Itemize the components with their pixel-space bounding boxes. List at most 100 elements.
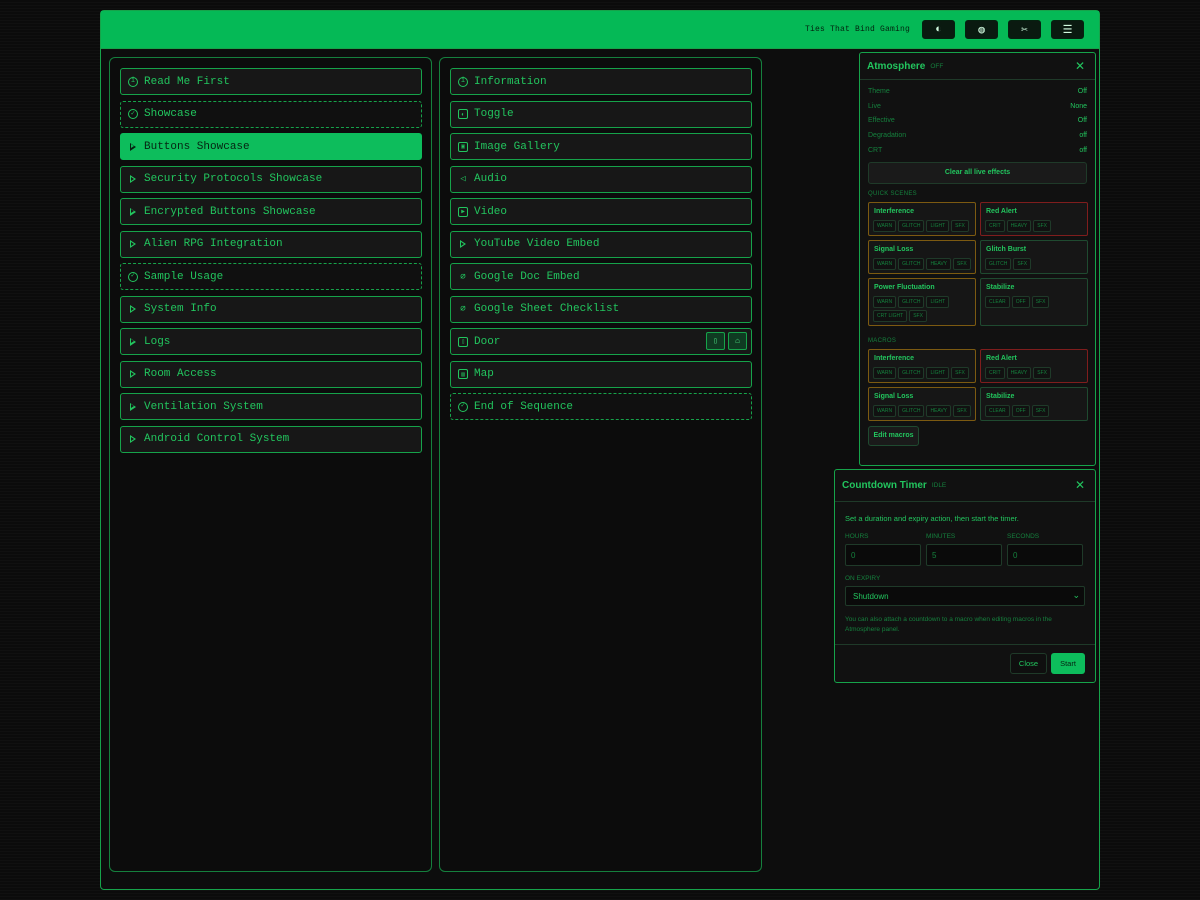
effect-tag: CLEAR (985, 295, 1010, 308)
left-item[interactable]: Ventilation System (120, 393, 422, 420)
effect-tag: WARN (873, 366, 897, 379)
effect-tag: CRIT (985, 366, 1005, 379)
right-column: i Information ◐ Toggle ▣ Image Gallery ◁ Audio ▶… (439, 57, 762, 872)
item-label: Google Doc Embed (474, 270, 580, 283)
right-item[interactable]: ▶ Video (450, 198, 752, 225)
left-item[interactable]: Room Access (120, 360, 422, 388)
left-item[interactable]: Android Control System (120, 425, 422, 453)
close-icon[interactable]: ✕ (1075, 478, 1085, 492)
globe-button[interactable]: ◍ (965, 20, 998, 39)
tag-list: WARN GLITCH HEAVY SFX (873, 404, 971, 417)
scene-name: Signal Loss (874, 245, 914, 253)
effect-tag: GLITCH (985, 257, 1012, 270)
countdown-footer: Close Start (835, 644, 1095, 682)
right-item[interactable]: ▯ Door ▯ ⌂ (450, 328, 752, 355)
triangle-right-icon (130, 305, 136, 313)
tag-list: WARN GLITCH LIGHT SFX (873, 219, 971, 232)
menu-button[interactable]: ☰ (1051, 20, 1084, 39)
macro-button[interactable]: Signal Loss WARN GLITCH HEAVY SFX (868, 386, 976, 421)
tools-button[interactable]: ✂ (1008, 20, 1041, 39)
item-label: Toggle (474, 108, 514, 120)
edit-macros-button[interactable]: Edit macros (868, 425, 919, 446)
item-label: Map (474, 368, 494, 380)
seconds-input[interactable]: 0 (1007, 544, 1083, 566)
effect-tag: GLITCH (898, 404, 925, 417)
scene-button[interactable]: Stabilize CLEAR OFF SFX (980, 277, 1088, 326)
left-item[interactable]: i Read Me First (120, 68, 422, 95)
paperclip-icon: ⌀ (460, 304, 466, 314)
left-item[interactable]: Security Protocols Showcase (120, 165, 422, 193)
left-item[interactable]: System Info (120, 295, 422, 323)
right-item[interactable]: ▣ Image Gallery (450, 133, 752, 160)
check-circle-icon: ✓ (128, 271, 138, 282)
right-item[interactable]: ⌀ Google Doc Embed (450, 263, 752, 290)
item-label: Door (474, 335, 501, 348)
left-item[interactable]: Logs (120, 328, 422, 355)
clear-effects-button[interactable]: Clear all live effects (868, 161, 1087, 184)
atmosphere-header: Atmosphere OFF ✕ (860, 53, 1095, 80)
left-column: i Read Me First ✓ Showcase Buttons Showcase S… (109, 57, 432, 872)
macro-button[interactable]: Stabilize CLEAR OFF SFX (980, 386, 1088, 421)
right-item[interactable]: YouTube Video Embed (450, 230, 752, 258)
effect-tag: OFF (1011, 295, 1030, 308)
minutes-field: MINUTES 5 (926, 533, 1002, 566)
item-label: Encrypted Buttons Showcase (144, 205, 316, 218)
right-item[interactable]: ⌀ Google Sheet Checklist (450, 295, 752, 323)
macro-button[interactable]: Interference WARN GLITCH LIGHT SFX (868, 348, 976, 383)
left-item[interactable]: ✓ Sample Usage (120, 263, 422, 290)
door-open-button[interactable]: ⌂ (728, 332, 747, 350)
hours-input[interactable]: 0 (845, 544, 921, 566)
macro-button[interactable]: Red Alert CRIT HEAVY SFX (980, 348, 1088, 383)
effect-tag: SFX (909, 309, 927, 322)
macro-name: Signal Loss (874, 392, 914, 400)
atmosphere-title: Atmosphere (867, 60, 926, 72)
left-item[interactable]: Buttons Showcase (120, 133, 422, 160)
setting-value: off (1079, 147, 1087, 155)
effect-tag: SFX (953, 404, 971, 417)
door-icon: ▯ (458, 336, 468, 347)
close-button[interactable]: Close (1010, 653, 1047, 674)
door-closed-button[interactable]: ▯ (706, 332, 725, 350)
right-item[interactable]: ◐ Toggle (450, 100, 752, 128)
right-item[interactable]: ◁ Audio (450, 165, 752, 193)
expiry-select[interactable]: Shutdown ⌄ (845, 586, 1085, 606)
scene-button[interactable]: Red Alert CRIT HEAVY SFX (980, 201, 1088, 236)
triangle-right-icon (130, 207, 136, 216)
item-label: Information (474, 75, 547, 88)
scene-button[interactable]: Glitch Burst GLITCH SFX (980, 239, 1088, 274)
scene-button[interactable]: Power Fluctuation WARN GLITCH LIGHT CRT LIGH… (868, 277, 976, 326)
effect-tag: LIGHT (926, 295, 950, 308)
effect-tag: OFF (1011, 404, 1030, 417)
map-icon: ▥ (458, 369, 468, 379)
tag-list: WARN GLITCH LIGHT CRT LIGHT SFX (873, 295, 971, 322)
start-button[interactable]: Start (1051, 653, 1085, 674)
triangle-right-icon (130, 337, 136, 346)
effect-tag: GLITCH (898, 219, 925, 232)
right-item[interactable]: ✓ End of Sequence (450, 393, 752, 420)
macro-name: Interference (874, 354, 915, 362)
triangle-right-icon (130, 142, 136, 151)
setting-value: off (1079, 132, 1087, 140)
item-label: Showcase (144, 108, 197, 120)
seconds-field: SECONDS 0 (1007, 533, 1083, 566)
scene-button[interactable]: Interference WARN GLITCH LIGHT SFX (868, 201, 976, 236)
right-item[interactable]: ▥ Map (450, 360, 752, 388)
effect-tag: HEAVY (926, 257, 952, 270)
close-icon[interactable]: ✕ (1075, 59, 1085, 73)
scene-name: Power Fluctuation (874, 283, 935, 291)
triangle-right-icon (460, 240, 466, 248)
minutes-input[interactable]: 5 (926, 544, 1002, 566)
scene-button[interactable]: Signal Loss WARN GLITCH HEAVY SFX (868, 239, 976, 274)
effect-tag: SFX (951, 366, 969, 379)
right-item[interactable]: i Information (450, 68, 752, 95)
effect-tag: LIGHT (926, 219, 950, 232)
left-item[interactable]: Alien RPG Integration (120, 230, 422, 258)
item-label: Android Control System (144, 433, 290, 445)
item-label: Image Gallery (474, 140, 560, 153)
right-item-list: i Information ◐ Toggle ▣ Image Gallery ◁ Audio ▶… (450, 68, 752, 426)
setting-key: Live (868, 102, 881, 110)
half-circle-button[interactable]: ◐ (922, 20, 955, 39)
left-item[interactable]: Encrypted Buttons Showcase (120, 198, 422, 225)
effect-tag: WARN (873, 257, 897, 270)
left-item[interactable]: ✓ Showcase (120, 100, 422, 128)
